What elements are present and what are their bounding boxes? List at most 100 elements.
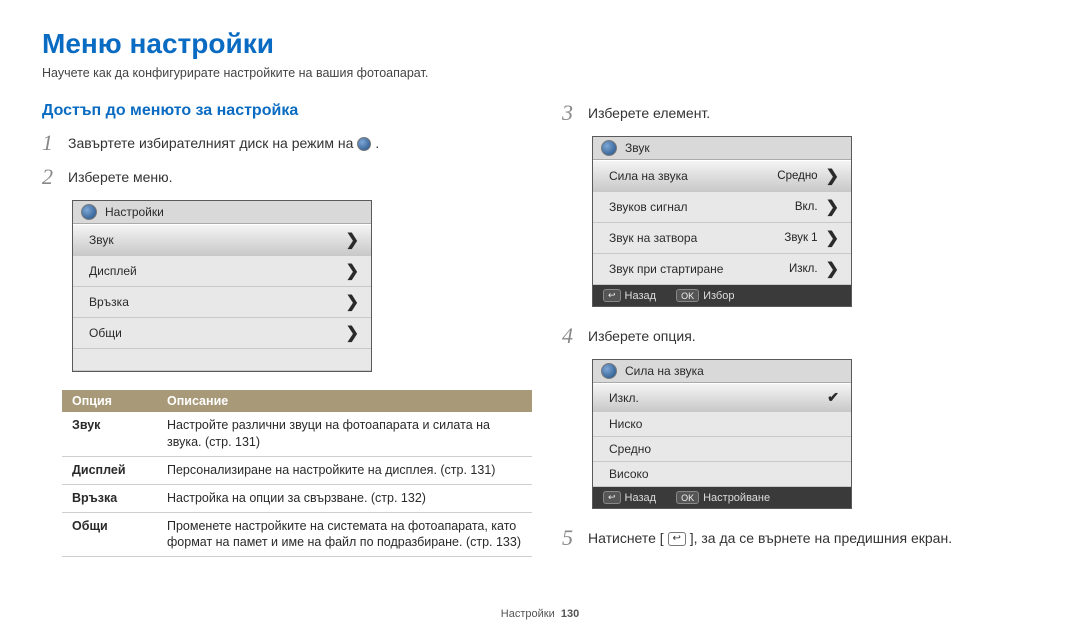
menu-row-label: Звук при стартиране [609,262,723,276]
table-row: Дисплей Персонализиране на настройките н… [62,456,532,484]
menu-row-label: Звуков сигнал [609,200,688,214]
device-footer: ↩ Назад OK Настройване [593,487,851,508]
chevron-right-icon: ❯ [346,261,359,281]
menu-row-label: Ниско [609,417,642,431]
step-4-text: Изберете опция. [588,325,696,347]
menu-row-value: Звук 1 [784,232,817,244]
back-key-icon: ↩ [603,491,621,504]
menu-row-label: Средно [609,442,651,456]
option-name: Дисплей [62,456,157,484]
menu-row-connection[interactable]: Връзка ❯ [73,287,371,318]
step-2: 2 Изберете меню. [42,166,532,188]
menu-row-label: Общи [89,326,122,340]
table-row: Звук Настройте различни звуци на фотоапа… [62,412,532,456]
menu-row-high[interactable]: Високо [593,462,851,487]
step-4: 4 Изберете опция. [562,325,1038,347]
table-header-option: Опция [62,390,157,412]
page-title: Меню настройки [42,28,1038,60]
table-row: Общи Променете настройките на системата … [62,512,532,557]
device-header: Настройки [73,201,371,224]
option-desc: Настройте различни звуци на фотоапарата … [157,412,532,456]
left-column: Достъп до менюто за настройка 1 Завъртет… [42,102,532,561]
ok-key-icon: OK [676,289,699,302]
table-row: Връзка Настройка на опции за свързване. … [62,484,532,512]
step-5: 5 Натиснете [ ↩ ], за да се върнете на п… [562,527,1038,549]
page-subtitle: Научете как да конфигурирате настройките… [42,66,1038,80]
device-header-title: Настройки [105,205,164,219]
step-number: 5 [562,527,578,549]
option-desc: Променете настройките на системата на фо… [157,512,532,557]
back-icon: ↩ [668,532,686,546]
step-5-text-a: Натиснете [ [588,529,664,549]
menu-row-label: Високо [609,467,649,481]
step-number: 4 [562,325,578,347]
step-3-text: Изберете елемент. [588,102,710,124]
menu-row-medium[interactable]: Средно [593,437,851,462]
menu-row-general[interactable]: Общи ❯ [73,318,371,349]
option-name: Звук [62,412,157,456]
chevron-right-icon: ❯ [346,292,359,312]
gear-icon [81,204,97,220]
menu-row-value: Средно [777,170,817,182]
menu-row-label: Звук [89,233,114,247]
gear-icon [357,137,371,151]
right-column: 3 Изберете елемент. Звук Сила на звука С… [562,102,1038,561]
step-number: 1 [42,132,58,154]
option-name: Връзка [62,484,157,512]
device-header: Сила на звука [593,360,851,383]
device-header-title: Звук [625,141,650,155]
footer-back-label: Назад [625,492,657,504]
chevron-right-icon: ❯ [826,228,839,248]
menu-row-display[interactable]: Дисплей ❯ [73,256,371,287]
menu-row-off[interactable]: Изкл. ✔ [593,383,851,412]
footer-back-label: Назад [625,290,657,302]
chevron-right-icon: ❯ [346,323,359,343]
footer-ok-label: Избор [703,290,734,302]
device-footer: ↩ Назад OK Избор [593,285,851,306]
menu-row-label: Връзка [89,295,129,309]
menu-row-shutter[interactable]: Звук на затвора Звук 1 ❯ [593,223,851,254]
page-footer: Настройки 130 [0,608,1080,620]
back-key-icon: ↩ [603,289,621,302]
chevron-right-icon: ❯ [826,197,839,217]
device-header-title: Сила на звука [625,364,704,378]
menu-row-value: Изкл. [789,263,818,275]
menu-row-value: Вкл. [795,201,818,213]
device-screen-volume: Сила на звука Изкл. ✔ Ниско Средно Висок… [592,359,852,509]
step-1-end: . [375,134,379,154]
menu-row-empty [73,349,371,371]
device-screen-settings: Настройки Звук ❯ Дисплей ❯ Връзка ❯ Общи… [72,200,372,372]
step-number: 2 [42,166,58,188]
step-5-text-b: ], за да се върнете на предишния екран. [690,529,952,549]
gear-icon [601,363,617,379]
step-2-text: Изберете меню. [68,166,173,188]
step-number: 3 [562,102,578,124]
step-1-text: Завъртете избирателният диск на режим на [68,134,353,154]
menu-row-low[interactable]: Ниско [593,412,851,437]
chevron-right-icon: ❯ [826,166,839,186]
option-desc: Настройка на опции за свързване. (стр. 1… [157,484,532,512]
menu-row-beep[interactable]: Звуков сигнал Вкл. ❯ [593,192,851,223]
menu-row-label: Изкл. [609,391,639,405]
table-header-description: Описание [157,390,532,412]
step-3: 3 Изберете елемент. [562,102,1038,124]
footer-section: Настройки [501,608,555,620]
menu-row-volume[interactable]: Сила на звука Средно ❯ [593,160,851,192]
gear-icon [601,140,617,156]
chevron-right-icon: ❯ [346,230,359,250]
menu-row-label: Дисплей [89,264,137,278]
check-icon: ✔ [827,389,839,406]
option-name: Общи [62,512,157,557]
ok-key-icon: OK [676,491,699,504]
device-screen-sound: Звук Сила на звука Средно ❯ Звуков сигнал… [592,136,852,307]
footer-ok-label: Настройване [703,492,770,504]
menu-row-label: Звук на затвора [609,231,697,245]
step-1: 1 Завъртете избирателният диск на режим … [42,132,532,154]
footer-page-number: 130 [561,608,579,620]
menu-row-startup[interactable]: Звук при стартиране Изкл. ❯ [593,254,851,285]
chevron-right-icon: ❯ [826,259,839,279]
menu-row-sound[interactable]: Звук ❯ [73,224,371,256]
menu-row-label: Сила на звука [609,169,688,183]
section-heading: Достъп до менюто за настройка [42,102,532,120]
options-table: Опция Описание Звук Настройте различни з… [62,390,532,557]
